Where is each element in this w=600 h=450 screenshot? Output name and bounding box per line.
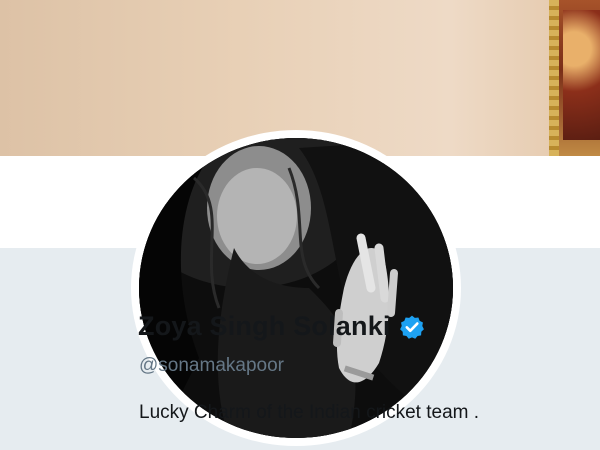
profile-nav-strip <box>0 130 600 446</box>
profile-handle[interactable]: @sonamakapoor <box>139 355 284 377</box>
profile-display-name[interactable]: Zoya Singh Solanki <box>138 311 391 342</box>
banner-painting-detail <box>563 10 600 140</box>
profile-bio: Lucky Charm of the Indian cricket team . <box>139 402 480 423</box>
profile-avatar[interactable] <box>131 130 461 446</box>
avatar-portrait-image <box>139 138 453 438</box>
avatar-photo <box>139 138 453 438</box>
banner-frame <box>549 0 559 156</box>
verified-badge-icon <box>399 314 425 340</box>
profile-name-row: Zoya Singh Solanki <box>138 311 425 342</box>
